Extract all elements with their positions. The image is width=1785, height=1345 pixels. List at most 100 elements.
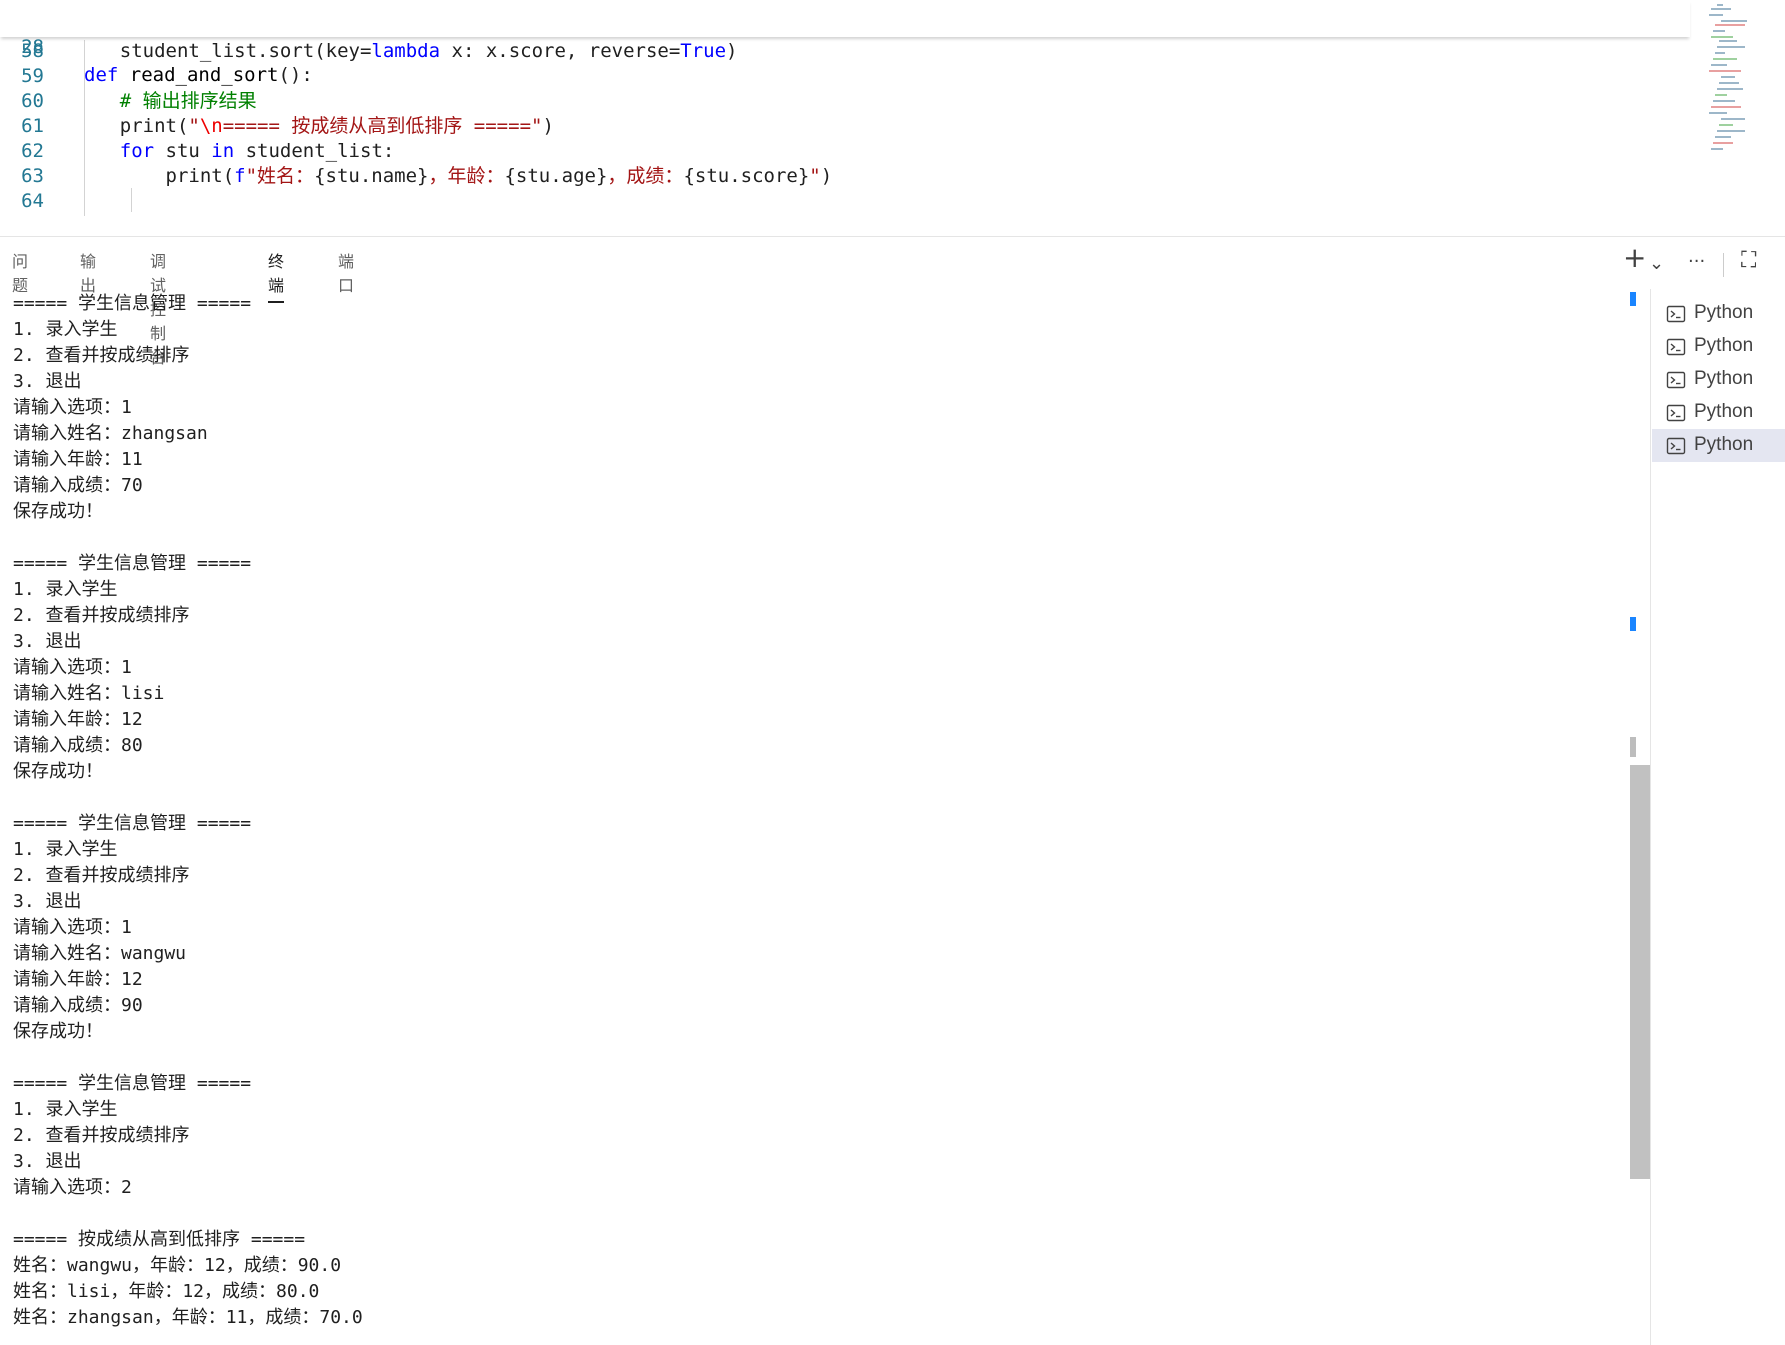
terminal-line: 2. 查看并按成绩排序 <box>13 345 190 366</box>
terminal-line: 2. 查看并按成绩排序 <box>13 605 190 626</box>
code-line[interactable]: 60 # 输出排序结果 <box>0 87 1690 115</box>
maximize-panel-button[interactable]: ⛶ <box>1741 246 1756 276</box>
minimap-line <box>1715 136 1731 138</box>
minimap-line <box>1711 64 1727 66</box>
code-token: x: x.score, reverse= <box>440 40 681 62</box>
minimap-line <box>1717 46 1745 48</box>
terminal-line: 请输入选项：1 <box>13 657 132 678</box>
code-token: ) <box>542 115 554 137</box>
code-token: ===== 按成绩从高到低排序 =====" <box>222 115 543 137</box>
minimap-line <box>1715 24 1745 26</box>
minimap-line <box>1719 124 1733 126</box>
terminal-output[interactable]: ===== 学生信息管理 ===== 1. 录入学生 2. 查看并按成绩排序 3. 退… <box>0 289 1620 1345</box>
terminal-line: 请输入成绩：70 <box>13 475 143 496</box>
terminal-line: 请输入姓名：wangwu <box>13 943 187 964</box>
new-terminal-button[interactable]: + <box>1623 243 1646 273</box>
minimap-line <box>1713 100 1735 102</box>
code-token: student_list.sort(key= <box>74 40 372 62</box>
code-token: {stu.score} <box>683 165 810 187</box>
terminal-instance-label: Python <box>1694 335 1754 356</box>
terminal-icon <box>1666 370 1686 390</box>
terminal-instance-item[interactable]: Python <box>1652 363 1785 396</box>
minimap-line <box>1711 148 1723 150</box>
code-token: f <box>234 165 246 187</box>
minimap-line <box>1715 52 1725 54</box>
minimap-line <box>1711 8 1731 10</box>
scrollbar-thumb[interactable] <box>1630 765 1650 1179</box>
minimap[interactable] <box>1701 0 1769 180</box>
minimap-line <box>1711 36 1733 38</box>
terminal-instance-label: Python <box>1694 401 1754 422</box>
code-line[interactable]: 62 for stu in student_list: <box>0 137 1690 165</box>
code-editor[interactable]: 28 def read_and_sort(): 58 student_list.… <box>0 0 1785 236</box>
scroll-marker <box>1630 617 1636 631</box>
terminal-line: 2. 查看并按成绩排序 <box>13 1125 190 1146</box>
line-number: 62 <box>21 140 44 162</box>
terminal-line: 保存成功！ <box>13 501 103 522</box>
terminal-line: 保存成功！ <box>13 761 103 782</box>
more-actions-button[interactable]: ··· <box>1688 247 1705 277</box>
minimap-line <box>1709 70 1741 72</box>
code-token: stu <box>154 140 212 162</box>
terminal-line: 3. 退出 <box>13 631 82 652</box>
code-line[interactable]: 64 <box>0 187 1690 215</box>
terminal-instance-label: Python <box>1694 368 1754 389</box>
terminal-line: 请输入姓名：zhangsan <box>13 423 208 444</box>
minimap-line <box>1717 88 1743 90</box>
minimap-line <box>1715 94 1727 96</box>
code-line[interactable]: 61 print("\n===== 按成绩从高到低排序 =====") <box>0 112 1690 140</box>
code-text: def read_and_sort(): <box>84 61 313 89</box>
code-token: True <box>680 40 727 62</box>
terminal-line: 姓名：wangwu，年龄：12，成绩：90.0 <box>13 1255 342 1276</box>
code-token: read_and_sort <box>118 64 279 86</box>
code-line[interactable]: 63 print(f"姓名：{stu.name}，年龄：{stu.age}，成绩… <box>0 162 1690 190</box>
panel-actions: + ⌄ ··· ⛶ <box>1615 237 1785 291</box>
minimap-line <box>1711 106 1741 108</box>
terminal-line: 请输入年龄：11 <box>13 449 143 470</box>
minimap-line <box>1721 76 1735 78</box>
minimap-line <box>1719 82 1739 84</box>
terminal-line: 2. 查看并按成绩排序 <box>13 865 190 886</box>
minimap-line <box>1717 130 1745 132</box>
minimap-line <box>1717 4 1723 6</box>
code-token: print( <box>74 165 235 187</box>
terminal-instance-item[interactable]: Python <box>1652 429 1785 462</box>
code-token: lambda <box>371 40 441 62</box>
terminal-line: 请输入姓名：lisi <box>13 683 165 704</box>
terminal-line: 请输入选项：2 <box>13 1177 132 1198</box>
terminal-line: 1. 录入学生 <box>13 1099 118 1120</box>
code-text: for stu in student_list: <box>74 137 395 165</box>
terminal-instance-item[interactable]: Python <box>1652 297 1785 330</box>
terminal-line: 请输入成绩：80 <box>13 735 143 756</box>
minimap-line <box>1719 40 1737 42</box>
bottom-panel: 问题 输出 调试控制台 终端 端口 + ⌄ ··· ⛶ ===== 学生信息管理… <box>0 236 1785 1345</box>
terminal-tabs-list: Python Python Python Python Python <box>1652 289 1785 1345</box>
minimap-line <box>1713 58 1737 60</box>
terminal-icon <box>1666 403 1686 423</box>
code-token: student_list: <box>234 140 395 162</box>
divider <box>1723 253 1724 277</box>
terminal-line: 3. 退出 <box>13 371 82 392</box>
code-token: ，年龄： <box>428 165 505 187</box>
line-number: 63 <box>21 165 44 187</box>
code-text: # 输出排序结果 <box>74 87 257 115</box>
code-token: # 输出排序结果 <box>74 90 257 112</box>
code-token: " <box>188 115 200 137</box>
terminal-line: ===== 学生信息管理 ===== <box>13 293 252 314</box>
terminal-line: 1. 录入学生 <box>13 839 118 860</box>
line-number: 28 <box>21 36 44 58</box>
terminal-line: 请输入年龄：12 <box>13 709 143 730</box>
sticky-scroll-header[interactable]: 28 def read_and_sort(): <box>0 0 1690 86</box>
code-token: ) <box>820 165 833 187</box>
code-token: (): <box>278 64 313 86</box>
code-token: "姓名： <box>245 165 315 187</box>
minimap-line <box>1709 112 1727 114</box>
terminal-line: 请输入选项：1 <box>13 917 132 938</box>
terminal-icon <box>1666 304 1686 324</box>
code-token: {stu.name} <box>314 165 429 187</box>
sticky-line[interactable]: 28 def read_and_sort(): <box>0 5 1690 86</box>
chevron-down-icon[interactable]: ⌄ <box>1649 249 1664 279</box>
terminal-instance-item[interactable]: Python <box>1652 396 1785 429</box>
terminal-line: ===== 学生信息管理 ===== <box>13 813 252 834</box>
terminal-instance-item[interactable]: Python <box>1652 330 1785 363</box>
